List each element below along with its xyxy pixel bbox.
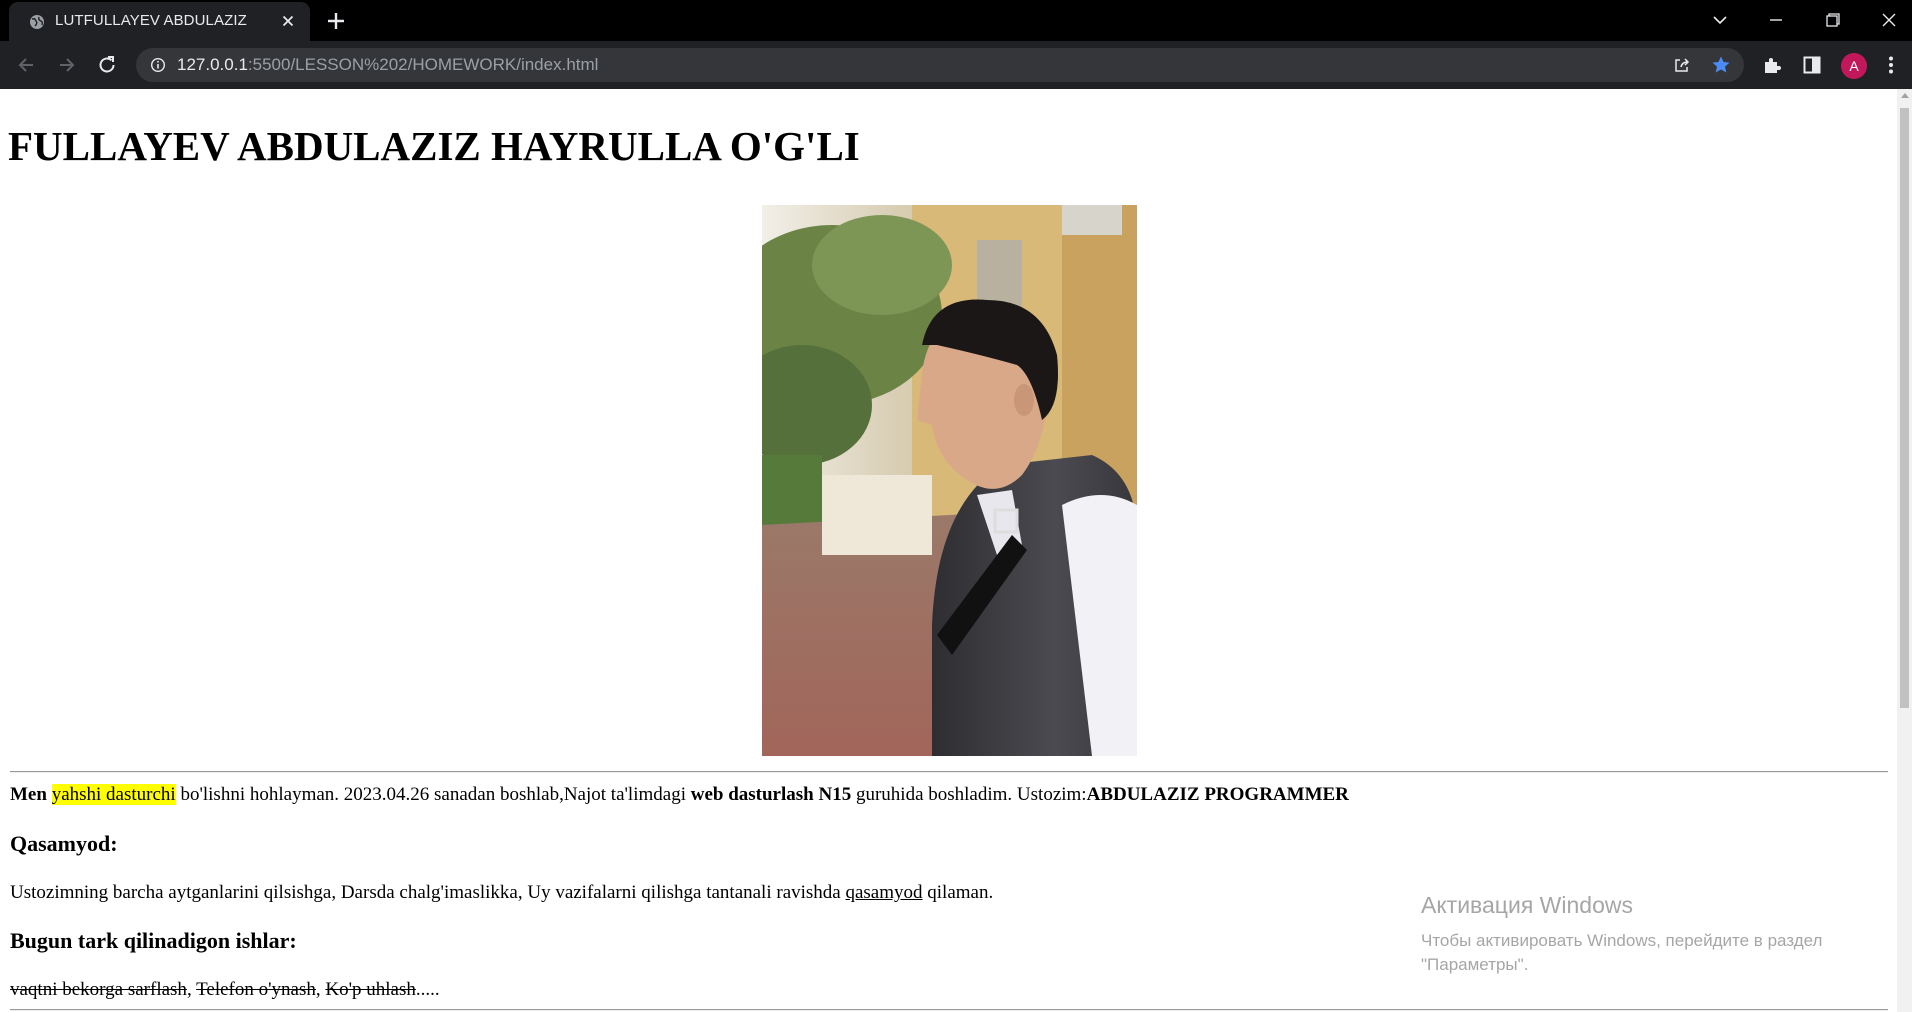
- url-host: 127.0.0.1: [177, 55, 248, 74]
- intro-bold-course: web dasturlash N15: [690, 784, 852, 805]
- close-window-icon[interactable]: [1879, 10, 1899, 30]
- browser-tab-active[interactable]: LUTFULLAYEV ABDULAZIZ: [9, 2, 310, 41]
- activation-title: Активация Windows: [1421, 892, 1633, 918]
- activation-subtitle: Чтобы активировать Windows, перейдите в …: [1421, 931, 1823, 974]
- info-icon[interactable]: [150, 57, 166, 73]
- browser-toolbar: 127.0.0.1:5500/LESSON%202/HOMEWORK/index…: [0, 41, 1912, 89]
- divider-top: [10, 771, 1888, 773]
- side-panel-icon[interactable]: [1801, 54, 1823, 76]
- intro-bold-teacher: ABDULAZIZ PROGRAMMER: [1086, 784, 1349, 805]
- quit-item-3: Ko'p uhlash: [325, 979, 416, 1000]
- restore-icon[interactable]: [1823, 10, 1843, 30]
- vertical-scrollbar[interactable]: [1897, 89, 1912, 1012]
- share-icon[interactable]: [1672, 55, 1692, 75]
- profile-avatar[interactable]: A: [1841, 53, 1867, 79]
- oath-text-2: qilaman.: [922, 882, 994, 903]
- profile-photo: [762, 205, 1137, 756]
- page-viewport: FULLAYEV ABDULAZIZ HAYRULLA O'G'LI Men y…: [0, 89, 1897, 1012]
- oath-paragraph: Ustozimning barcha aytganlarini qilsishg…: [10, 882, 993, 904]
- globe-icon: [30, 15, 44, 29]
- quit-item-2: Telefon o'ynash: [196, 979, 316, 1000]
- oath-heading: Qasamyod:: [10, 831, 118, 856]
- oath-underlined: qasamyod: [845, 882, 923, 903]
- oath-text-1: Ustozimning barcha aytganlarini qilsishg…: [10, 882, 846, 903]
- intro-bold-men: Men: [10, 784, 47, 805]
- tab-title: LUTFULLAYEV ABDULAZIZ: [55, 12, 247, 29]
- close-icon[interactable]: [280, 13, 296, 29]
- highlighted-text: yahshi dasturchi: [51, 784, 176, 805]
- forward-arrow-icon[interactable]: [56, 54, 78, 76]
- chevron-down-icon[interactable]: [1710, 10, 1730, 30]
- quit-paragraph: vaqtni bekorga sarflash, Telefon o'ynash…: [10, 979, 440, 1001]
- url-text[interactable]: 127.0.0.1:5500/LESSON%202/HOMEWORK/index…: [177, 55, 598, 75]
- reload-icon[interactable]: [96, 54, 118, 76]
- minimize-icon[interactable]: [1766, 10, 1786, 30]
- windows-activation-watermark: Активация Windows Чтобы активировать Win…: [1421, 892, 1861, 977]
- browser-titlebar: LUTFULLAYEV ABDULAZIZ: [0, 0, 1912, 41]
- quit-tail: .....: [415, 979, 440, 1000]
- plus-icon[interactable]: [326, 11, 346, 31]
- intro-text-1: bo'lishni hohlayman. 2023.04.26 sanadan …: [175, 784, 691, 805]
- kebab-menu-icon[interactable]: [1880, 54, 1902, 76]
- intro-paragraph: Men yahshi dasturchi bo'lishni hohlayman…: [10, 784, 1349, 806]
- divider-bottom: [10, 1009, 1888, 1011]
- quit-sep-2: ,: [315, 979, 326, 1000]
- extensions-puzzle-icon[interactable]: [1761, 54, 1783, 76]
- quit-item-1: vaqtni bekorga sarflash: [10, 979, 187, 1000]
- back-arrow-icon[interactable]: [15, 54, 37, 76]
- star-icon[interactable]: [1711, 55, 1731, 75]
- address-bar[interactable]: 127.0.0.1:5500/LESSON%202/HOMEWORK/index…: [136, 48, 1744, 82]
- scroll-thumb[interactable]: [1900, 108, 1909, 708]
- scroll-up-arrow-icon[interactable]: [1901, 93, 1909, 98]
- url-path: :5500/LESSON%202/HOMEWORK/index.html: [247, 55, 599, 74]
- page-title: FULLAYEV ABDULAZIZ HAYRULLA O'G'LI: [8, 123, 860, 169]
- quit-heading: Bugun tark qilinadigon ishlar:: [10, 928, 297, 953]
- quit-sep-1: ,: [186, 979, 197, 1000]
- intro-text-2: guruhida boshladim. Ustozim:: [851, 784, 1087, 805]
